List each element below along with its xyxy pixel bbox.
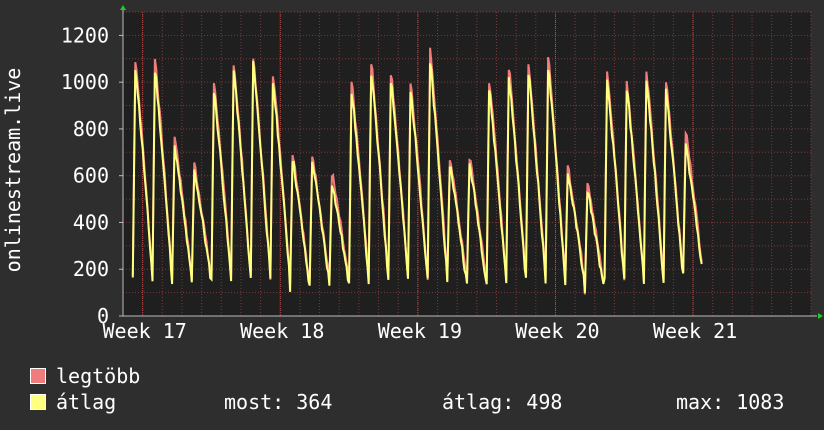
- stat-current-label: most:: [224, 390, 285, 414]
- stat-max-label: max:: [676, 390, 725, 414]
- legend-item-max: legtöbb: [30, 364, 140, 388]
- legend-item-avg: átlag: [30, 390, 116, 414]
- y-tick-label: 400: [73, 210, 109, 234]
- y-tick-label: 1200: [61, 23, 109, 47]
- x-tick-label: Week 20: [515, 319, 599, 343]
- stat-max: max: 1083: [676, 390, 784, 414]
- stat-average-label: átlag:: [442, 390, 515, 414]
- y-tick-label: 200: [73, 257, 109, 281]
- stat-current-value: 364: [296, 390, 333, 414]
- x-tick-label: Week 19: [378, 319, 462, 343]
- x-tick-label: Week 18: [240, 319, 324, 343]
- y-axis-label: onlinestream.live: [1, 68, 25, 273]
- legend-swatch-max: [30, 368, 46, 384]
- stat-max-value: 1083: [736, 390, 785, 414]
- stat-average-value: 498: [526, 390, 563, 414]
- x-axis-arrow-icon: [818, 313, 823, 319]
- line-chart: 020040060080010001200 Week 17 Week 18 Week…: [1, 5, 823, 343]
- y-tick-label: 600: [73, 164, 109, 188]
- y-tick-label: 1000: [61, 70, 109, 94]
- stat-current: most: 364: [224, 390, 332, 414]
- y-axis-arrow-icon: [120, 5, 126, 10]
- legend-label-max: legtöbb: [56, 364, 141, 388]
- legend-label-avg: átlag: [56, 390, 117, 414]
- x-tick-label: Week 17: [103, 319, 187, 343]
- y-axis-ticks: 020040060080010001200: [61, 23, 123, 328]
- legend: legtöbb átlag most: 364 átlag: 498 max: …: [0, 360, 824, 430]
- x-tick-label: Week 21: [653, 319, 737, 343]
- x-axis-ticks: Week 17 Week 18 Week 19 Week 20 Week 21: [103, 319, 738, 343]
- stat-average: átlag: 498: [442, 390, 562, 414]
- legend-swatch-avg: [30, 394, 46, 410]
- y-tick-label: 800: [73, 117, 109, 141]
